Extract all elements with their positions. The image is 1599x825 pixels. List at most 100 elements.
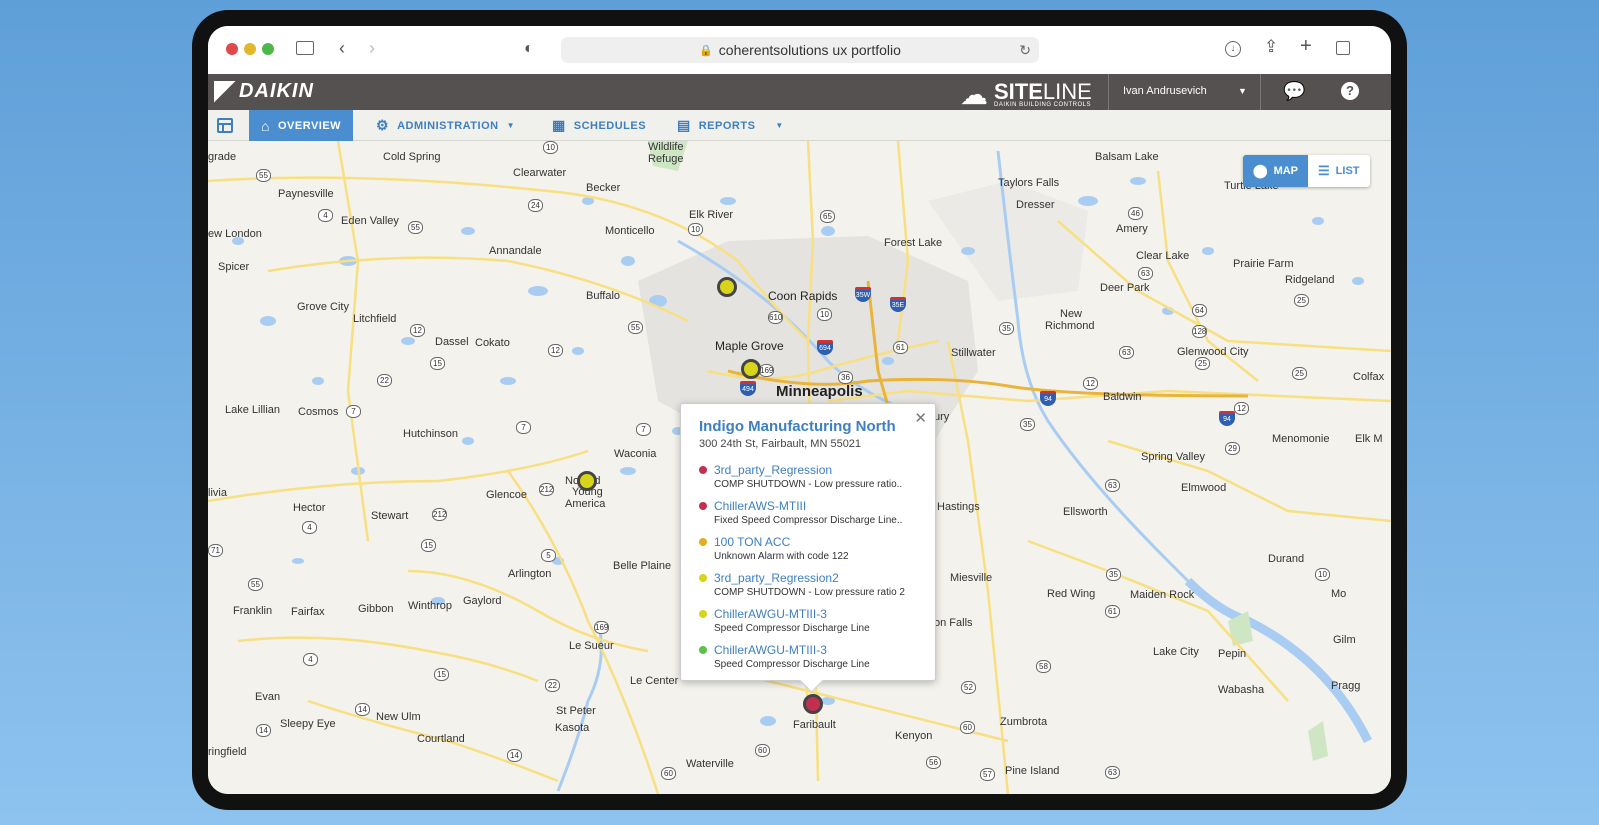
map-label: Pepin (1218, 648, 1247, 660)
sidebar-toggle-icon[interactable] (296, 41, 314, 55)
map-label: Ellsworth (1063, 506, 1108, 518)
daikin-mark-icon (214, 80, 236, 103)
share-icon[interactable]: ⇪ (1264, 38, 1278, 55)
map-label: Dresser (1016, 199, 1055, 211)
alarm-description: Speed Compressor Discharge Line (714, 659, 870, 670)
alarm-status-dot (699, 646, 707, 654)
product-name-bold: SITE (994, 78, 1043, 104)
route-shield: 12 (1234, 402, 1249, 415)
tab-schedules[interactable]: ▦ SCHEDULES (552, 110, 646, 141)
alarm-unit-link[interactable]: 3rd_party_Regression2 (714, 571, 917, 586)
map-label: Sleepy Eye (280, 718, 336, 730)
browser-toolbar: ‹ › ◐ 🔒 coherentsolutions ux portfolio ↻… (208, 26, 1391, 74)
forward-icon[interactable]: › (369, 39, 375, 57)
route-shield: 65 (820, 210, 835, 223)
product-name-light: LINE (1042, 78, 1092, 104)
alarm-unit-link[interactable]: 100 TON ACC (714, 535, 917, 550)
alarm-unit-link[interactable]: ChillerAWGU-MTIII-3 (714, 643, 917, 658)
map-label: Glenwood City (1177, 346, 1249, 358)
map-label: Hector (293, 502, 326, 514)
alarm-description: Unknown Alarm with code 122 (714, 551, 849, 562)
site-marker[interactable] (577, 471, 597, 491)
map-label: Glencoe (486, 489, 527, 501)
alarm-list: 3rd_party_Regression COMP SHUTDOWN - Low … (699, 463, 917, 679)
alarm-item: 3rd_party_Regression COMP SHUTDOWN - Low … (699, 463, 917, 499)
tablet-frame: ‹ › ◐ 🔒 coherentsolutions ux portfolio ↻… (192, 10, 1407, 810)
map-label: Annandale (489, 245, 542, 257)
tab-reports[interactable]: ▤ REPORTS ▼ (677, 110, 784, 141)
new-tab-icon[interactable]: + (1300, 36, 1312, 56)
map-view[interactable]: grade Cold Spring Clearwater Becker Wild… (208, 141, 1391, 794)
dashboard-grid-icon[interactable] (217, 118, 233, 133)
route-shield: 10 (817, 308, 832, 321)
map-label: Paynesville (278, 188, 334, 200)
route-shield: 29 (1225, 442, 1240, 455)
reload-icon[interactable]: ↻ (1019, 42, 1031, 59)
site-marker-faribault[interactable] (803, 694, 823, 714)
map-label: Courtland (417, 733, 465, 745)
maximize-window-button[interactable] (262, 43, 274, 55)
map-list-toggle: ⬤ MAP ☰ LIST (1243, 155, 1370, 187)
map-label: Litchfield (353, 313, 397, 325)
map-label: Arlington (508, 568, 552, 580)
chevron-down-icon: ▼ (506, 121, 515, 130)
route-shield: 25 (1294, 294, 1309, 307)
map-label-faribault: Faribault (793, 719, 836, 731)
list-view-button[interactable]: ☰ LIST (1308, 155, 1370, 187)
map-view-button[interactable]: ⬤ MAP (1243, 155, 1309, 187)
route-shield: 14 (507, 749, 522, 762)
route-shield: 63 (1138, 267, 1153, 280)
site-popup: ✕ Indigo Manufacturing North 300 24th St… (680, 403, 936, 681)
tabs-overview-icon[interactable] (1336, 41, 1350, 55)
site-marker[interactable] (741, 359, 761, 379)
route-shield: 60 (661, 767, 676, 780)
route-shield: 12 (410, 324, 425, 337)
map-label: Becker (586, 182, 621, 194)
route-shield: 15 (434, 668, 449, 681)
daikin-logo[interactable]: DAIKIN (214, 80, 314, 103)
address-bar[interactable]: 🔒 coherentsolutions ux portfolio ↻ (561, 37, 1039, 63)
user-menu[interactable]: Ivan Andrusevich (1123, 85, 1207, 97)
alarm-unit-link[interactable]: 3rd_party_Regression (714, 463, 917, 478)
route-shield: 58 (1036, 660, 1051, 673)
site-marker[interactable] (717, 277, 737, 297)
shield-privacy-icon[interactable]: ◐ (524, 41, 534, 57)
map-label: Lake Lillian (225, 404, 281, 416)
route-shield: 22 (545, 679, 560, 692)
alarm-item: 100 TON ACC Unknown Alarm with code 122 (699, 535, 917, 571)
map-label: Gaylord (463, 595, 502, 607)
minimize-window-button[interactable] (244, 43, 256, 55)
header-divider (1260, 74, 1261, 110)
tab-administration[interactable]: ⚙ ADMINISTRATION ▼ (376, 110, 515, 141)
route-shield: 14 (355, 703, 370, 716)
download-icon[interactable]: ↓ (1225, 41, 1241, 57)
route-shield: 14 (256, 724, 271, 737)
alarm-unit-link[interactable]: ChillerAWGU-MTIII-3 (714, 607, 917, 622)
chat-icon[interactable]: 💬 (1283, 81, 1305, 102)
map-label: Monticello (605, 225, 655, 237)
site-title[interactable]: Indigo Manufacturing North (699, 418, 917, 435)
close-icon[interactable]: ✕ (914, 409, 927, 427)
route-shield: 46 (1128, 207, 1143, 220)
alarm-unit-link[interactable]: ChillerAWS-MTIII (714, 499, 917, 514)
back-icon[interactable]: ‹ (339, 39, 345, 57)
help-icon[interactable]: ? (1341, 82, 1359, 100)
alarm-status-dot (699, 610, 707, 618)
map-label: Evan (255, 691, 281, 703)
route-shield: 5 (541, 549, 556, 562)
map-label: Baldwin (1103, 391, 1142, 403)
map-label: Eden Valley (341, 215, 399, 227)
map-label: Le Sueur (569, 640, 614, 652)
map-label: America (565, 498, 606, 510)
map-label: Clearwater (513, 167, 567, 179)
map-label: Cosmos (298, 406, 339, 418)
user-menu-chevron-down-icon[interactable]: ▼ (1238, 86, 1247, 96)
route-shield: 12 (548, 344, 563, 357)
tab-overview[interactable]: ⌂ OVERVIEW (249, 110, 354, 141)
calendar-icon: ▦ (552, 117, 566, 133)
map-label: Elk River (689, 209, 734, 221)
map-label: ew London (208, 228, 262, 240)
route-shield: 4 (302, 521, 317, 534)
close-window-button[interactable] (226, 43, 238, 55)
map-label: Fairfax (291, 606, 325, 618)
